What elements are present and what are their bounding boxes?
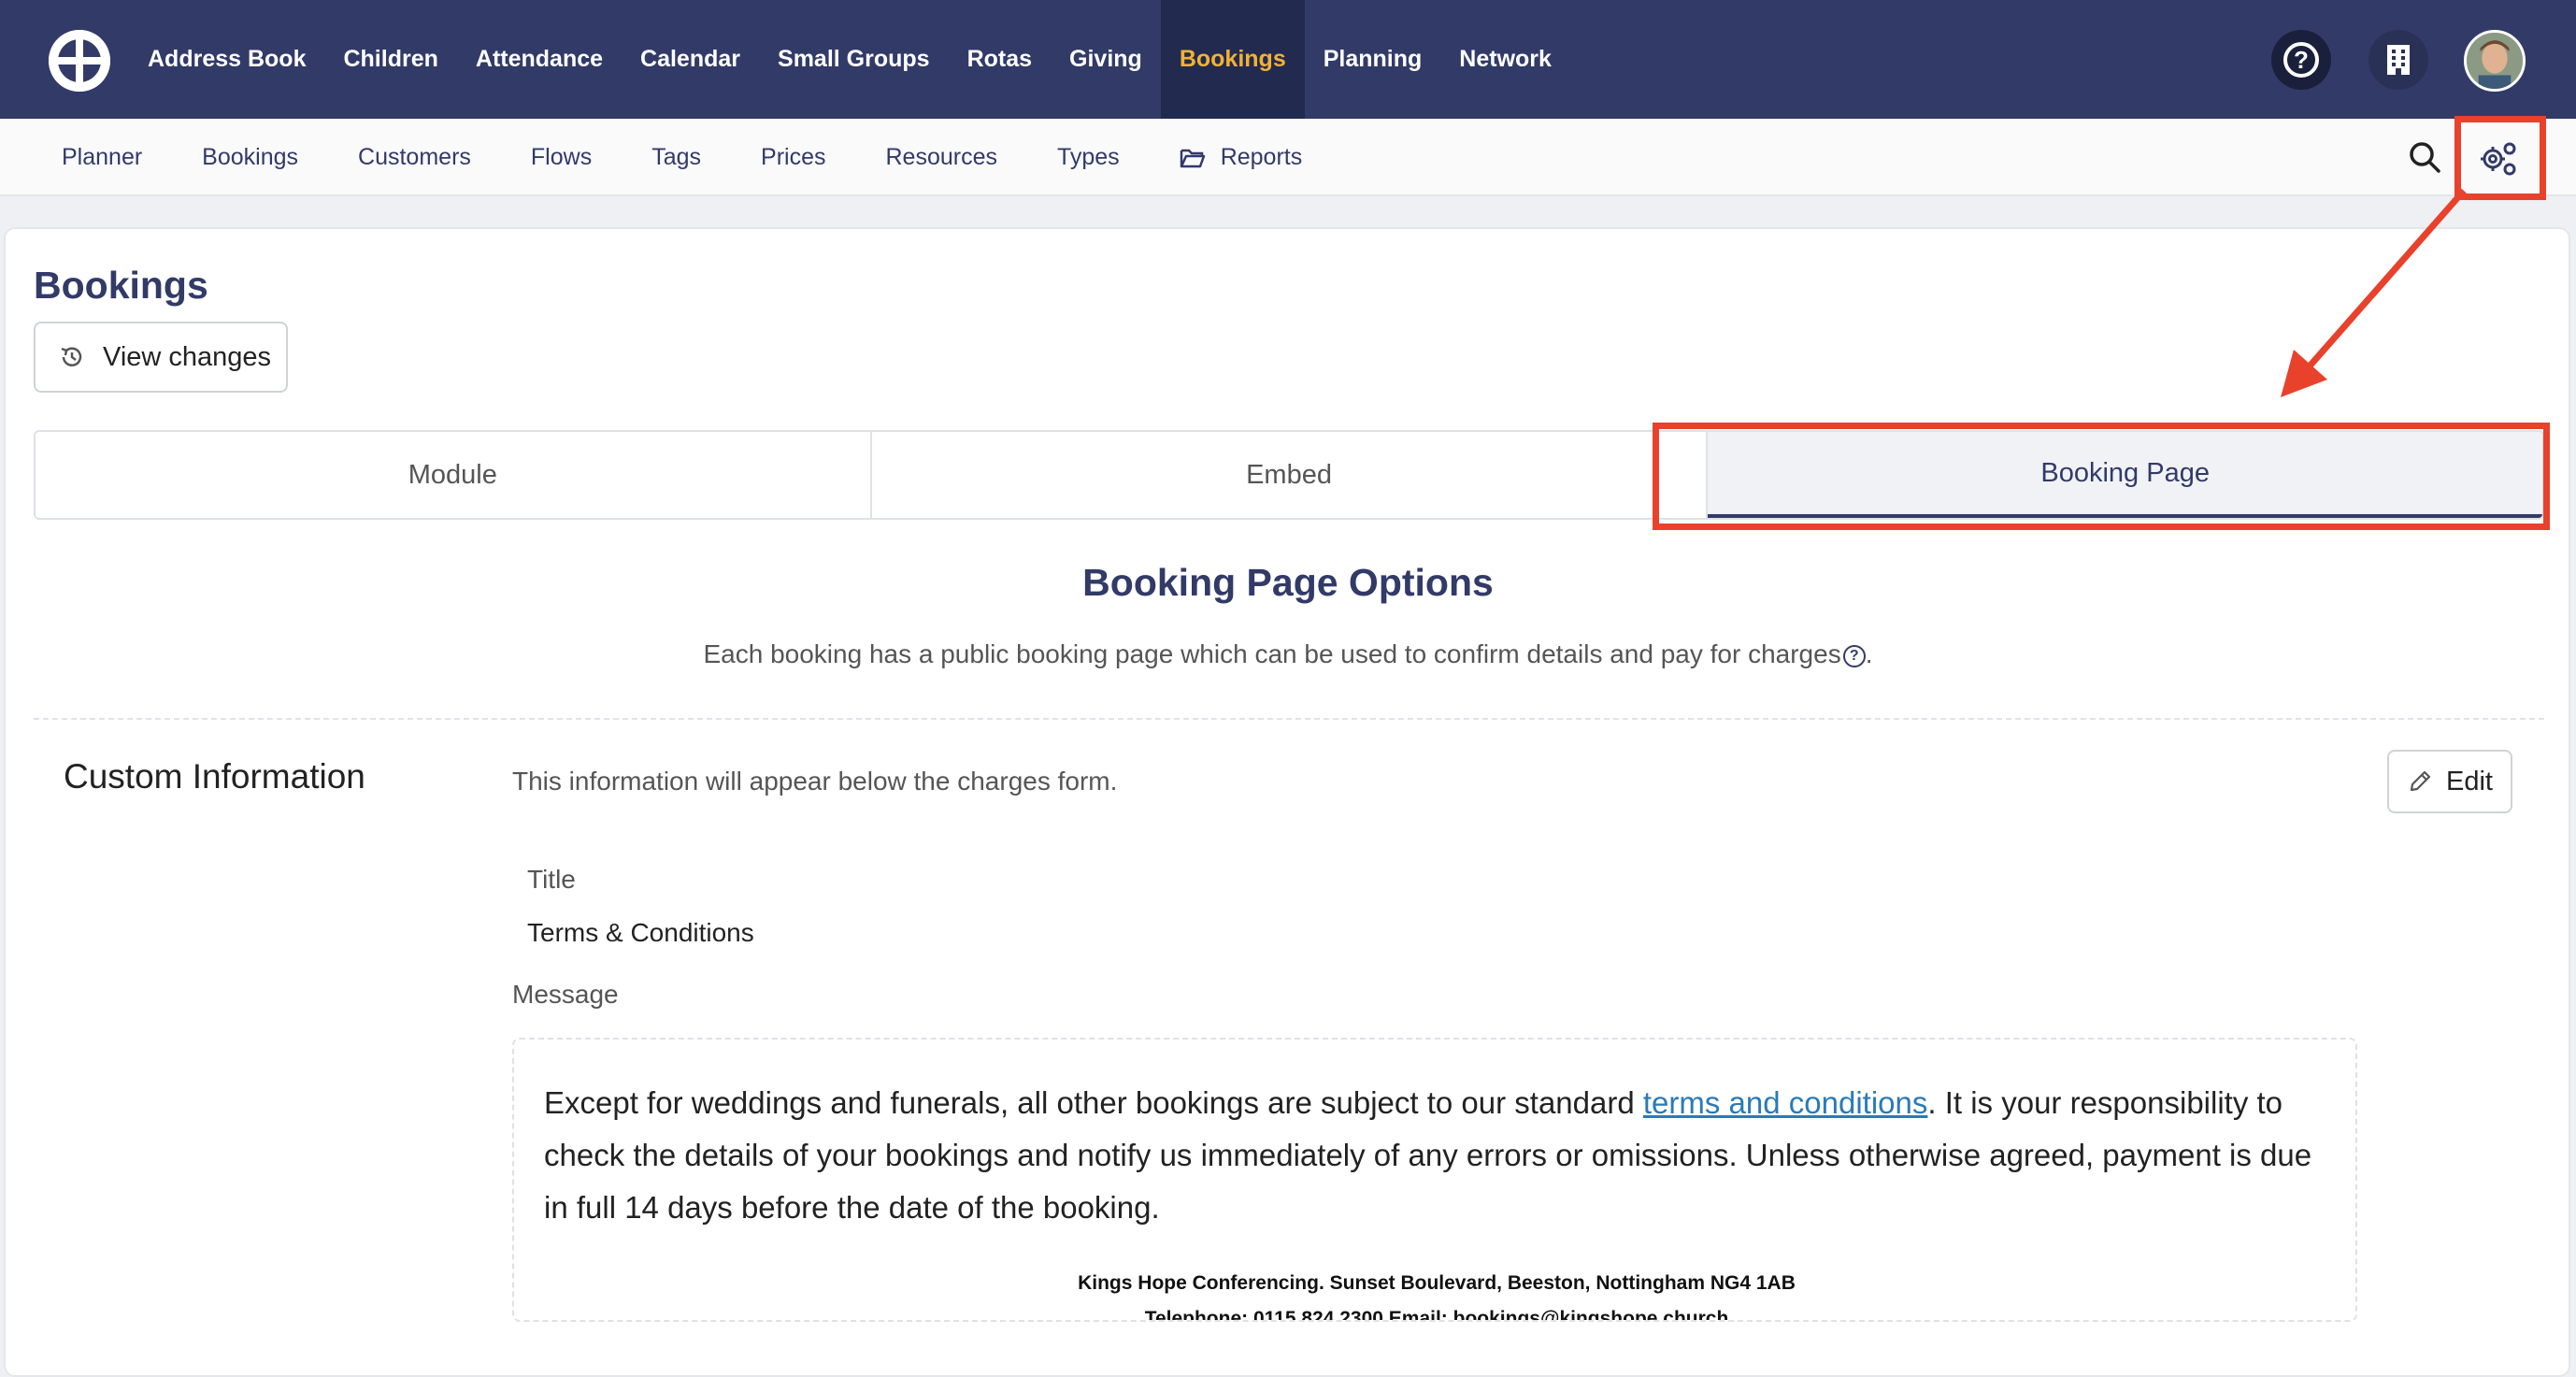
edit-button[interactable]: Edit <box>2387 750 2512 813</box>
help-icon-glyph: ? <box>2283 42 2319 78</box>
page-title: Bookings <box>34 264 208 307</box>
sub-nav-item-flows[interactable]: Flows <box>501 119 622 196</box>
top-nav-item-bookings[interactable]: Bookings <box>1160 0 1305 119</box>
tab-module[interactable]: Module <box>36 432 872 518</box>
top-nav-item-children[interactable]: Children <box>324 0 456 119</box>
sub-nav-item-types[interactable]: Types <box>1027 119 1150 196</box>
avatar[interactable] <box>2464 30 2526 92</box>
sub-nav-item-reports-label: Reports <box>1220 144 1303 170</box>
title-field-label: Title <box>527 865 576 894</box>
message-text: Except for weddings and funerals, all ot… <box>544 1077 2329 1234</box>
tab-embed[interactable]: Embed <box>871 432 1709 518</box>
top-nav-item-address-book[interactable]: Address Book <box>129 0 324 119</box>
section-description: Each booking has a public booking page w… <box>0 639 2576 669</box>
help-icon[interactable]: ? <box>2271 30 2331 90</box>
top-nav-item-planning[interactable]: Planning <box>1305 0 1441 119</box>
sub-navigation-bar: Planner Bookings Customers Flows Tags Pr… <box>0 119 2576 196</box>
folder-open-icon <box>1180 147 1206 169</box>
section-title: Booking Page Options <box>1082 561 1494 604</box>
sub-nav-item-customers[interactable]: Customers <box>328 119 501 196</box>
edit-button-label: Edit <box>2446 766 2493 796</box>
sub-nav-item-resources[interactable]: Resources <box>855 119 1027 196</box>
section-divider <box>34 718 2544 720</box>
top-nav-items: Address Book Children Attendance Calenda… <box>129 0 1570 119</box>
booking-page-highlight-box <box>1653 423 2550 530</box>
custom-information-label: Custom Information <box>64 757 365 796</box>
terms-and-conditions-link[interactable]: terms and conditions <box>1643 1085 1928 1120</box>
building-icon[interactable] <box>2368 30 2428 90</box>
sub-nav-item-planner[interactable]: Planner <box>32 119 172 196</box>
top-nav-item-attendance[interactable]: Attendance <box>457 0 622 119</box>
history-icon <box>61 347 82 366</box>
title-field-value: Terms & Conditions <box>527 918 754 947</box>
top-navigation-bar: Address Book Children Attendance Calenda… <box>0 0 2576 119</box>
top-nav-item-calendar[interactable]: Calendar <box>622 0 759 119</box>
section-description-text: Each booking has a public booking page w… <box>703 639 1841 668</box>
view-changes-button[interactable]: View changes <box>34 322 288 393</box>
sub-nav-item-prices[interactable]: Prices <box>731 119 855 196</box>
message-field-label: Message <box>512 980 619 1009</box>
top-nav-item-network[interactable]: Network <box>1440 0 1570 119</box>
message-preview: Except for weddings and funerals, all ot… <box>512 1038 2357 1322</box>
message-footer-contact: Telephone: 0115 824 2300 Email: bookings… <box>1144 1308 1729 1322</box>
top-nav-item-giving[interactable]: Giving <box>1051 0 1161 119</box>
logo-icon[interactable] <box>49 30 110 92</box>
sub-nav-item-reports[interactable]: Reports <box>1150 119 1333 196</box>
sub-nav-items: Planner Bookings Customers Flows Tags Pr… <box>32 119 1332 196</box>
pencil-icon <box>2410 770 2431 792</box>
top-nav-item-rotas[interactable]: Rotas <box>949 0 1051 119</box>
view-changes-label: View changes <box>103 341 272 372</box>
sub-nav-item-bookings[interactable]: Bookings <box>172 119 328 196</box>
custom-information-description: This information will appear below the c… <box>512 767 1118 796</box>
search-icon[interactable] <box>2406 138 2443 176</box>
section-description-period: . <box>1865 639 1873 668</box>
gear-highlight-box <box>2454 116 2546 200</box>
message-text-before-link: Except for weddings and funerals, all ot… <box>544 1085 1643 1120</box>
message-footer-address: Kings Hope Conferencing. Sunset Boulevar… <box>1078 1272 1796 1294</box>
question-circle-icon[interactable]: ? <box>1842 644 1866 667</box>
top-nav-item-small-groups[interactable]: Small Groups <box>759 0 949 119</box>
sub-nav-item-tags[interactable]: Tags <box>622 119 731 196</box>
